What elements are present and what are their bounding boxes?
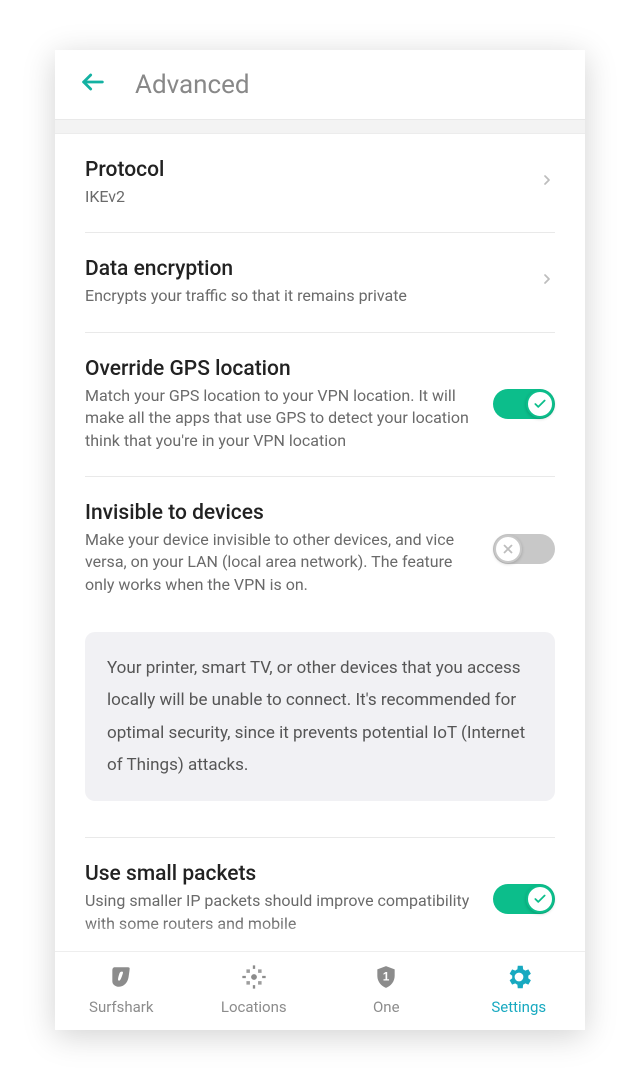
setting-title: Invisible to devices — [85, 501, 477, 525]
nav-label: Settings — [491, 998, 546, 1016]
nav-settings[interactable]: Settings — [453, 952, 586, 1030]
page-title: Advanced — [135, 70, 250, 100]
setting-override-gps[interactable]: Override GPS location Match your GPS loc… — [85, 333, 555, 477]
toggle-override-gps[interactable] — [493, 389, 555, 419]
toggle-small-packets[interactable] — [493, 884, 555, 914]
settings-list: Protocol IKEv2 Data encryption Encrypts … — [55, 134, 585, 951]
svg-text:1: 1 — [383, 969, 390, 983]
nav-label: Locations — [221, 998, 287, 1016]
bottom-nav: Surfshark Locations 1 One Settings — [55, 951, 585, 1030]
header-divider — [55, 120, 585, 134]
toggle-invisible[interactable] — [493, 534, 555, 564]
globe-icon — [239, 962, 269, 992]
setting-sub: Match your GPS location to your VPN loca… — [85, 385, 477, 452]
setting-protocol[interactable]: Protocol IKEv2 — [85, 134, 555, 233]
nav-label: One — [373, 998, 400, 1016]
nav-label: Surfshark — [89, 998, 153, 1016]
back-arrow-icon[interactable] — [79, 68, 107, 101]
toggle-knob — [494, 535, 522, 563]
setting-sub: IKEv2 — [85, 186, 523, 208]
toggle-knob — [526, 885, 554, 913]
setting-note: Your printer, smart TV, or other devices… — [85, 632, 555, 801]
setting-sub: Encrypts your traffic so that it remains… — [85, 285, 523, 307]
header: Advanced — [55, 50, 585, 120]
note-section: Your printer, smart TV, or other devices… — [85, 632, 555, 838]
shield-one-icon: 1 — [371, 962, 401, 992]
setting-encryption[interactable]: Data encryption Encrypts your traffic so… — [85, 233, 555, 332]
setting-sub: Make your device invisible to other devi… — [85, 529, 477, 596]
toggle-knob — [526, 390, 554, 418]
setting-title: Protocol — [85, 158, 523, 182]
setting-sub: Using smaller IP packets should improve … — [85, 890, 477, 935]
setting-small-packets[interactable]: Use small packets Using smaller IP packe… — [85, 838, 555, 935]
setting-title: Data encryption — [85, 257, 523, 281]
setting-title: Use small packets — [85, 862, 477, 886]
nav-one[interactable]: 1 One — [320, 952, 453, 1030]
chevron-right-icon — [539, 266, 555, 299]
nav-locations[interactable]: Locations — [188, 952, 321, 1030]
app-screen: Advanced Protocol IKEv2 Data encryption … — [55, 50, 585, 1030]
nav-surfshark[interactable]: Surfshark — [55, 952, 188, 1030]
surfshark-icon — [106, 962, 136, 992]
chevron-right-icon — [539, 167, 555, 200]
gear-icon — [504, 962, 534, 992]
setting-title: Override GPS location — [85, 357, 477, 381]
setting-invisible[interactable]: Invisible to devices Make your device in… — [85, 477, 555, 620]
